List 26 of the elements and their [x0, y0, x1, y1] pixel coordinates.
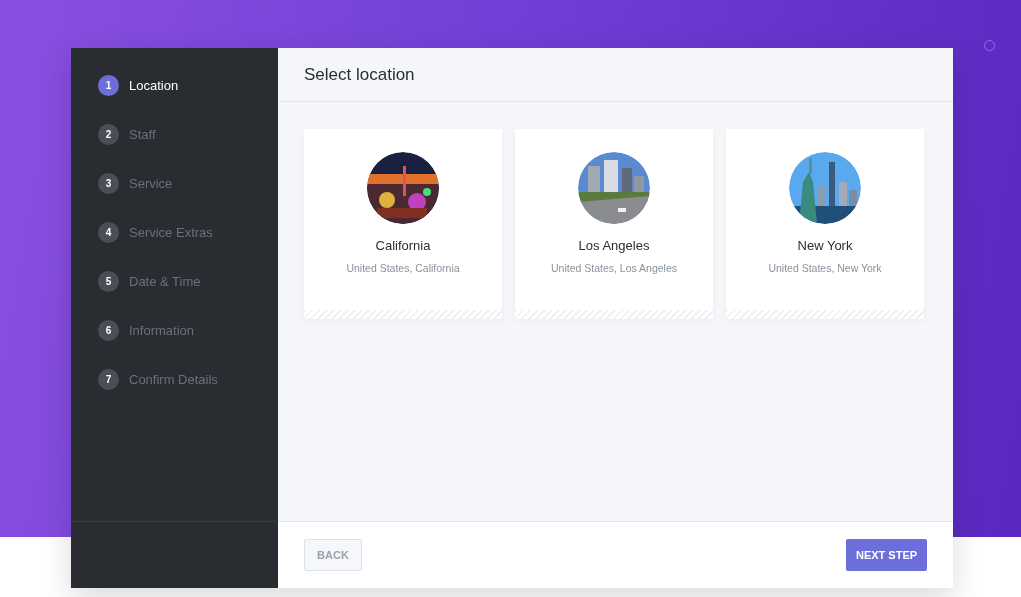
step-label[interactable]: Service Extras	[129, 222, 213, 243]
step-number: 4	[98, 222, 119, 243]
location-name: New York	[797, 237, 853, 255]
step-label[interactable]: Date & Time	[129, 271, 201, 292]
step-number: 1	[98, 75, 119, 96]
location-card[interactable]: California United States, California	[304, 129, 502, 319]
page-title: Select location	[304, 63, 415, 86]
location-address: United States, California	[346, 260, 460, 276]
location-card[interactable]: Los Angeles United States, Los Angeles	[515, 129, 713, 319]
next-step-button[interactable]: NEXT STEP	[846, 539, 927, 571]
location-address: United States, Los Angeles	[550, 260, 678, 276]
step-number: 5	[98, 271, 119, 292]
location-address: United States, New York	[768, 260, 882, 276]
step-label[interactable]: Location	[129, 75, 179, 96]
step-number: 7	[98, 369, 119, 390]
location-name: Los Angeles	[578, 237, 650, 255]
step-number: 6	[98, 320, 119, 341]
location-name: California	[375, 237, 431, 255]
step-number: 2	[98, 124, 119, 145]
step-label[interactable]: Service	[129, 173, 173, 194]
step-label[interactable]: Information	[129, 320, 195, 341]
step-number: 3	[98, 173, 119, 194]
back-button[interactable]: BACK	[304, 539, 362, 571]
step-label[interactable]: Confirm Details	[129, 369, 218, 390]
location-card[interactable]: New York United States, New York	[726, 129, 924, 319]
step-label[interactable]: Staff	[129, 124, 156, 145]
